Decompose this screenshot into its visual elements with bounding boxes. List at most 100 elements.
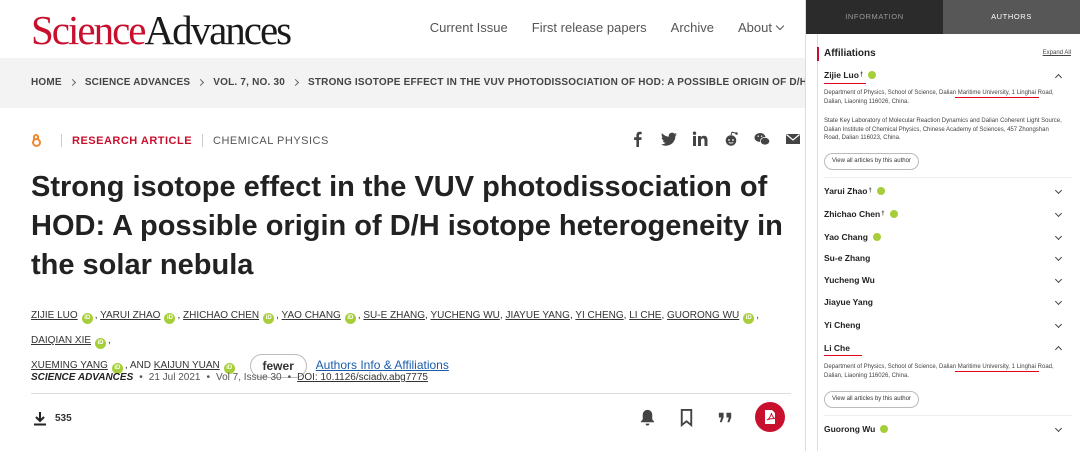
author-link[interactable]: DAIQIAN XIE (31, 335, 91, 346)
view-all-articles-button[interactable]: View all articles by this author (824, 391, 919, 408)
divider (61, 134, 62, 147)
affiliations-panel: Affiliations Expand All Zijie Luo † Depar… (817, 34, 1072, 451)
divider (824, 177, 1072, 178)
author-link[interactable]: ZIJIE LUO (31, 310, 78, 321)
tab-information[interactable]: INFORMATION (806, 0, 943, 34)
authors-info-link[interactable]: Authors Info & Affiliations (316, 358, 449, 372)
download-value: 535 (55, 413, 72, 424)
breadcrumb-home[interactable]: HOME (31, 77, 62, 88)
orcid-icon[interactable]: iD (81, 313, 93, 324)
author-link[interactable]: YI CHENG (575, 310, 623, 321)
breadcrumb: HOME SCIENCE ADVANCES VOL. 7, NO. 30 STR… (31, 77, 865, 88)
open-access-icon (31, 134, 41, 147)
orcid-icon[interactable] (880, 425, 889, 433)
orcid-icon[interactable] (868, 71, 877, 79)
article-category[interactable]: CHEMICAL PHYSICS (213, 135, 329, 147)
orcid-icon[interactable] (872, 233, 881, 241)
nav-first-release[interactable]: First release papers (532, 20, 647, 35)
author-item-zhichao-chen[interactable]: Zhichao Chen † (824, 209, 1072, 219)
orcid-icon[interactable]: iD (164, 313, 176, 324)
nav-about[interactable]: About (738, 20, 785, 35)
orcid-icon[interactable] (876, 187, 885, 195)
and-text: , AND (124, 360, 151, 372)
quote-icon[interactable] (716, 408, 735, 427)
author-link[interactable]: YUCHENG WU (430, 310, 499, 321)
pub-date: 21 Jul 2021 (148, 372, 201, 383)
wechat-icon[interactable] (754, 131, 770, 147)
author-name: Jiayue Yang (824, 297, 873, 307)
breadcrumb-article: STRONG ISOTOPE EFFECT IN THE VUV PHOTODI… (307, 77, 865, 88)
article-type: RESEARCH ARTICLE (72, 134, 193, 147)
tab-authors[interactable]: AUTHORS (943, 0, 1080, 34)
author-link[interactable]: XUEMING YANG (31, 360, 108, 371)
divider (824, 415, 1072, 416)
breadcrumb-bar: HOME SCIENCE ADVANCES VOL. 7, NO. 30 STR… (0, 58, 865, 108)
logo-science: Science (31, 7, 146, 53)
nav-current-issue[interactable]: Current Issue (430, 20, 508, 35)
author-name: Zhichao Chen (824, 209, 881, 219)
author-name: Li Che (824, 343, 850, 353)
divider (31, 393, 791, 394)
article-title: Strong isotope effect in the VUV photodi… (31, 171, 783, 281)
view-all-articles-button[interactable]: View all articles by this author (824, 153, 919, 170)
email-icon[interactable] (785, 131, 801, 147)
chevron-right-icon (68, 78, 76, 87)
affiliations-heading: Affiliations (824, 48, 876, 59)
author-link[interactable]: JIAYUE YANG (505, 310, 569, 321)
site-header: ScienceAdvances Current Issue First rele… (0, 0, 805, 58)
orcid-icon[interactable]: iD (263, 313, 275, 324)
author-sidebar: INFORMATION AUTHORS Affiliations Expand … (805, 0, 1080, 451)
red-underline (824, 355, 862, 356)
author-link[interactable]: GUORONG WU (667, 310, 739, 321)
affiliation-text: State Key Laboratory of Molecular Reacti… (824, 118, 1062, 141)
author-item-jiayue-yang[interactable]: Jiayue Yang (824, 297, 1072, 307)
nav-archive[interactable]: Archive (671, 20, 714, 35)
article-tools (638, 402, 785, 432)
chevron-right-icon (291, 78, 300, 87)
orcid-icon[interactable]: iD (95, 338, 107, 349)
bell-icon[interactable] (638, 408, 657, 427)
divider (202, 134, 204, 147)
author-link[interactable]: YAO CHANG (282, 310, 341, 321)
article-pane: ScienceAdvances Current Issue First rele… (0, 0, 865, 451)
author-list: ZIJIE LUO iD, YARUI ZHAO iD, ZHICHAO CHEN i… (31, 303, 791, 378)
linkedin-icon[interactable] (692, 131, 708, 147)
author-name: Yao Chang (824, 232, 868, 242)
orcid-icon[interactable]: iD (344, 313, 356, 324)
author-link[interactable]: YARUI ZHAO (100, 310, 160, 321)
logo-advances: Advances (144, 7, 292, 53)
reddit-icon[interactable] (723, 131, 739, 147)
author-item-yao-chang[interactable]: Yao Chang (824, 232, 1072, 242)
chevron-right-icon (197, 78, 205, 87)
orcid-icon[interactable]: iD (743, 313, 755, 324)
main-nav: Current Issue First release papers Archi… (430, 20, 785, 35)
author-item-yi-cheng[interactable]: Yi Cheng (824, 320, 1072, 330)
author-link[interactable]: LI CHE (629, 310, 661, 321)
author-item-yucheng-wu[interactable]: Yucheng Wu (824, 275, 1072, 285)
author-item-yarui-zhao[interactable]: Yarui Zhao † (824, 186, 1072, 196)
author-name: Yarui Zhao (824, 186, 868, 196)
author-item-zijie-luo[interactable]: Zijie Luo † (824, 70, 1072, 80)
red-underline (824, 83, 866, 84)
author-item-li-che[interactable]: Li Che (824, 343, 1072, 353)
orcid-icon[interactable] (889, 210, 898, 218)
breadcrumb-journal[interactable]: SCIENCE ADVANCES (85, 77, 190, 88)
share-bar (630, 131, 801, 147)
author-link[interactable]: KAIJUN YUAN (154, 360, 220, 371)
red-underline (955, 97, 1039, 98)
doi-link[interactable]: DOI: 10.1126/sciadv.abg7775 (297, 372, 428, 383)
bookmark-icon[interactable] (677, 408, 696, 427)
breadcrumb-volume[interactable]: VOL. 7, NO. 30 (213, 77, 285, 88)
author-item-guorong-wu[interactable]: Guorong Wu (824, 424, 1072, 434)
twitter-icon[interactable] (661, 131, 677, 147)
expand-all-link[interactable]: Expand All (1043, 50, 1071, 56)
journal-name[interactable]: SCIENCE ADVANCES (31, 372, 133, 383)
section-marker (817, 47, 819, 61)
volume-issue[interactable]: Vol 7, Issue 30 (216, 372, 282, 383)
pdf-button[interactable] (755, 402, 785, 432)
author-item-su-e-zhang[interactable]: Su-e Zhang (824, 253, 1072, 263)
author-link[interactable]: ZHICHAO CHEN (183, 310, 259, 321)
site-logo[interactable]: ScienceAdvances (31, 7, 292, 53)
author-link[interactable]: SU-E ZHANG (363, 310, 425, 321)
facebook-icon[interactable] (630, 131, 646, 147)
